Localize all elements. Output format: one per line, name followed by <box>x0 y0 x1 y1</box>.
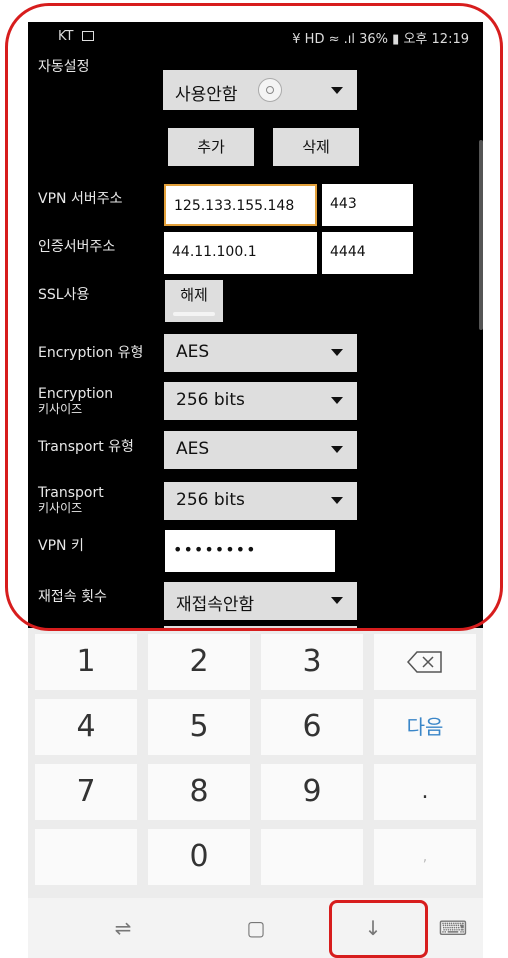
backspace-key[interactable] <box>374 634 476 690</box>
home-icon: ▢ <box>246 916 266 940</box>
highlight-form-region <box>5 3 503 631</box>
keyboard-switch-button[interactable]: ⌨ <box>423 898 483 958</box>
home-button[interactable]: ▢ <box>226 898 286 958</box>
key-2[interactable]: 2 <box>148 634 250 690</box>
highlight-down-button <box>329 900 428 958</box>
next-key[interactable]: 다음 <box>374 699 476 755</box>
key-1[interactable]: 1 <box>35 634 137 690</box>
keyboard-icon: ⌨ <box>438 916 468 940</box>
recent-apps-button[interactable]: ⇌ <box>93 898 153 958</box>
key-0[interactable]: 0 <box>148 829 250 885</box>
key-3[interactable]: 3 <box>261 634 363 690</box>
key-6[interactable]: 6 <box>261 699 363 755</box>
key-8[interactable]: 8 <box>148 764 250 820</box>
key-4[interactable]: 4 <box>35 699 137 755</box>
blank-key-left <box>35 829 137 885</box>
backspace-icon <box>406 651 442 673</box>
blank-key-middle <box>261 829 363 885</box>
period-key[interactable]: . <box>374 764 476 820</box>
recent-apps-icon: ⇌ <box>114 916 132 940</box>
comma-key[interactable]: , <box>374 829 476 885</box>
key-5[interactable]: 5 <box>148 699 250 755</box>
key-9[interactable]: 9 <box>261 764 363 820</box>
key-7[interactable]: 7 <box>35 764 137 820</box>
numeric-keyboard: 1 2 3 4 5 6 다음 7 8 9 . 0 , <box>28 628 483 898</box>
